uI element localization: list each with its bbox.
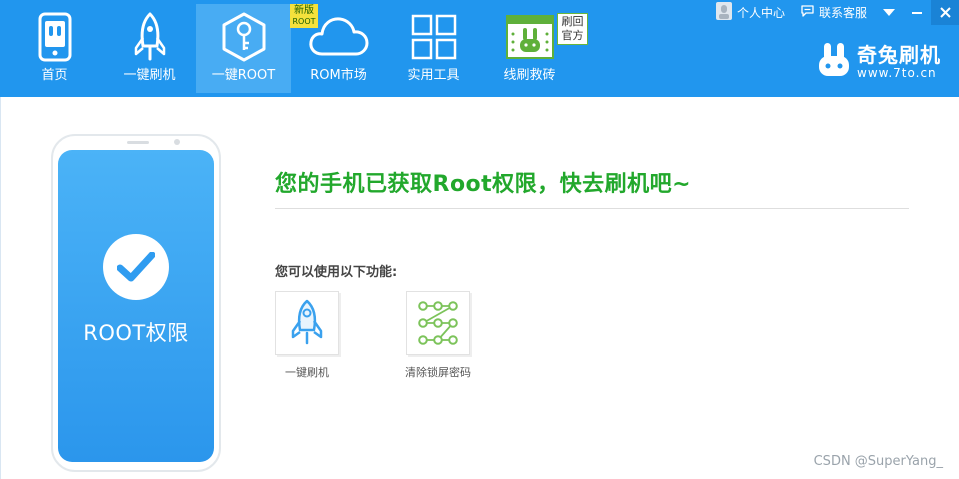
nav-utilities[interactable]: 实用工具 [386,4,481,93]
nav-one-click-root[interactable]: 一键ROOT [196,4,291,93]
user-center-label: 个人中心 [736,6,785,20]
badge-line: 刷回 [561,15,584,28]
function-clear-lock-password[interactable]: 清除锁屏密码 [388,291,488,380]
minimize-icon [912,11,922,14]
phone-camera [174,139,180,145]
rabbit-logo-icon [817,42,851,82]
available-functions-label: 您可以使用以下功能: [275,265,398,280]
function-one-click-flash[interactable]: 一键刷机 [257,291,357,380]
brand-url: www.7to.cn [857,66,937,80]
rocket-icon [291,299,323,345]
top-bar: 首页 一键刷机 一键ROOT 新版 ROOT ROM市场 实用工具 线刷救砖 刷… [0,0,959,97]
rocket-icon [102,12,197,62]
brand-logo: 奇兔刷机 www.7to.cn [817,42,941,82]
watermark: CSDN @SuperYang_ [813,454,943,469]
divider [275,208,909,209]
nav-label: 一键刷机 [123,68,176,83]
nav-home[interactable]: 首页 [7,4,102,93]
grid-icon [386,12,481,62]
nav-label: ROM市场 [310,68,367,83]
nav-one-click-flash[interactable]: 一键刷机 [102,4,197,93]
check-icon [103,234,169,300]
window-actions: 个人中心 联系客服 [708,0,959,25]
main-content: ROOT权限 您的手机已获取Root权限，快去刷机吧~ 您可以使用以下功能: 一… [0,97,959,479]
nav-label: 实用工具 [407,68,460,83]
user-center-link[interactable]: 个人中心 [708,0,793,25]
phone-speaker [127,141,149,144]
nav-rom-market[interactable]: ROM市场 [291,4,386,93]
root-success-headline: 您的手机已获取Root权限，快去刷机吧~ [275,172,692,197]
contact-service-label: 联系客服 [818,6,867,20]
contact-service-link[interactable]: 联系客服 [793,0,875,25]
cloud-icon [291,12,386,62]
close-icon [939,7,951,18]
phone-screen: ROOT权限 [58,150,214,462]
phone-illustration: ROOT权限 [51,134,221,472]
phone-icon [7,12,102,62]
nav-label: 线刷救砖 [503,68,556,83]
nav-label: 一键ROOT [211,68,276,83]
minimize-button[interactable] [903,0,931,25]
function-icon-box[interactable] [275,291,339,355]
close-button[interactable] [931,0,959,25]
nav-label: 首页 [41,68,68,83]
root-status-text: ROOT权限 [83,321,189,345]
function-icon-box[interactable] [406,291,470,355]
brand-name: 奇兔刷机 [857,43,941,67]
function-label: 一键刷机 [285,366,329,379]
chevron-down-icon [883,8,895,16]
key-hexagon-icon [196,12,291,62]
chat-bubble-icon [801,5,814,20]
badge-line: 官方 [561,29,584,42]
function-label: 清除锁屏密码 [405,366,471,379]
dropdown-button[interactable] [875,0,903,25]
flash-official-badge: 刷回 官方 [557,13,588,45]
pattern-lock-icon [418,301,458,345]
user-avatar-icon [715,2,732,23]
